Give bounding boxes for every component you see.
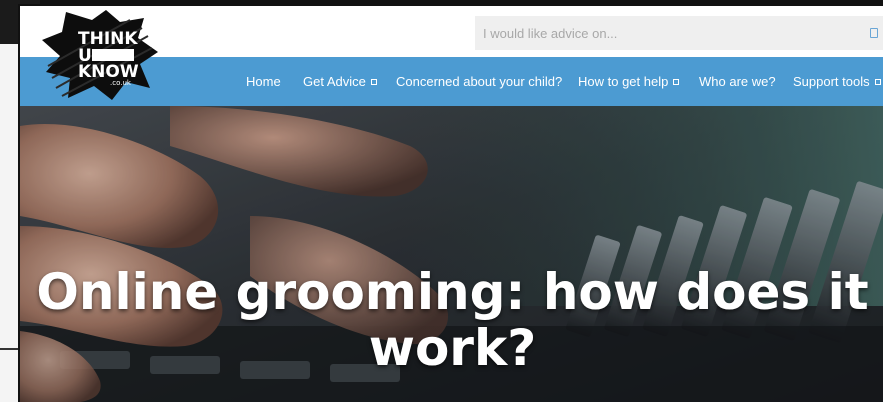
hero-title: Online grooming: how does it work? [36,263,869,377]
nav-item-how-to-get-help[interactable]: How to get help [578,57,680,106]
page: Home Get Advice Concerned about your chi… [0,0,883,402]
nav-item-label: Concerned about your child? [396,74,563,89]
nav-item-who-are-we[interactable]: Who are we? [699,57,776,106]
nav-item-label: How to get help [578,74,669,89]
nav-item-get-advice[interactable]: Get Advice [303,57,377,106]
search-input[interactable] [475,16,883,50]
logo-white-bar [92,49,134,61]
logo-domain: .co.uk [110,79,132,87]
hero-banner: Online grooming: how does it work? [20,106,883,402]
dropdown-caret-icon [370,78,377,85]
search-icon[interactable] [870,28,878,38]
nav-item-label: Who are we? [699,74,776,89]
dropdown-caret-icon [673,78,680,85]
nav-item-label: Home [246,74,281,89]
dropdown-caret-icon [874,78,881,85]
thinkuknow-logo[interactable]: THINK U KNOW .co.uk [32,8,162,104]
nav-item-concerned-about-your-child[interactable]: Concerned about your child? [396,57,562,106]
nav-item-label: Support tools [793,74,870,89]
background-window [0,0,18,402]
browser-window: Home Get Advice Concerned about your chi… [18,4,883,402]
nav-item-label: Get Advice [303,74,366,89]
nav-item-home[interactable]: Home [246,57,281,106]
nav-item-support-tools[interactable]: Support tools [793,57,881,106]
